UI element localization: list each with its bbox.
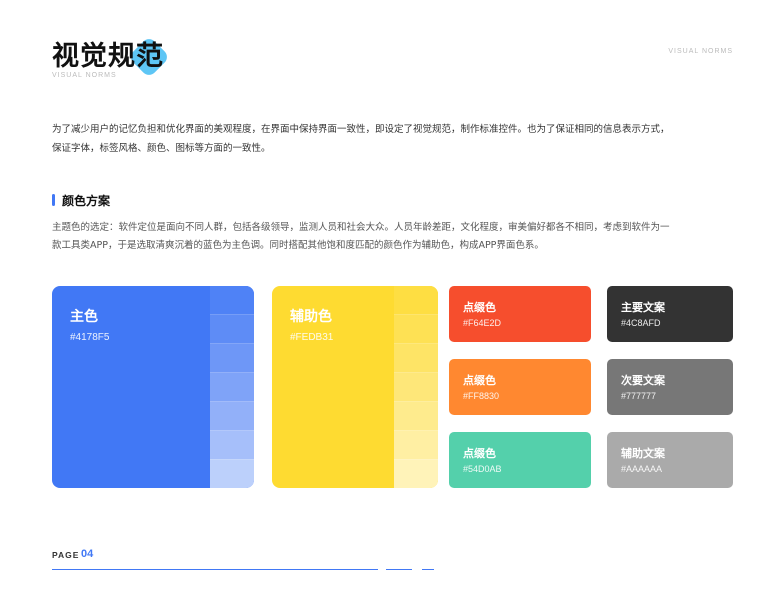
footer-line-main <box>52 569 378 570</box>
footer-line-tiny <box>422 569 434 570</box>
secondary-shade-strip <box>394 286 438 488</box>
footer-line-short <box>386 569 412 570</box>
shade-swatch <box>394 286 438 314</box>
page-label: PAGE <box>52 550 80 560</box>
text-color-hex: #777777 <box>621 391 657 401</box>
accent-color-label: 点缀色 <box>463 374 496 387</box>
shade-swatch <box>394 459 438 488</box>
accent-color-hex: #F64E2D <box>463 318 502 328</box>
shade-swatch <box>210 459 254 488</box>
text-color-label: 次要文案 <box>621 374 665 387</box>
accent-color-card-red: 点缀色 #F64E2D <box>449 286 591 342</box>
shade-swatch <box>210 314 254 343</box>
secondary-color-label: 辅助色 <box>290 309 332 325</box>
primary-color-hex: #4178F5 <box>70 332 110 343</box>
primary-color-label: 主色 <box>70 309 98 325</box>
page-title: 视觉规范 <box>52 41 164 72</box>
page-title-group: 视觉规范 <box>52 34 171 79</box>
section-description: 主题色的选定：软件定位是面向不同人群，包括各级领导，监测人员和社会大众。人员年龄… <box>52 222 670 251</box>
text-color-label: 主要文案 <box>621 301 665 314</box>
primary-color-card: 主色 #4178F5 <box>52 286 254 488</box>
shade-swatch <box>394 314 438 343</box>
text-color-card-primary: 主要文案 #4C8AFD <box>607 286 733 342</box>
shade-swatch <box>210 372 254 401</box>
primary-shade-strip <box>210 286 254 488</box>
accent-color-hex: #FF8830 <box>463 391 500 401</box>
text-color-card-auxiliary: 辅助文案 #AAAAAA <box>607 432 733 488</box>
secondary-color-hex: #FEDB31 <box>290 332 334 343</box>
accent-color-label: 点缀色 <box>463 447 496 460</box>
shade-swatch <box>394 372 438 401</box>
intro-paragraph: 为了减少用户的记忆负担和优化界面的美观程度，在界面中保持界面一致性，即设定了视觉… <box>52 124 670 154</box>
shade-swatch <box>210 343 254 372</box>
shade-swatch <box>394 343 438 372</box>
accent-color-card-orange: 点缀色 #FF8830 <box>449 359 591 415</box>
section-title: 颜色方案 <box>62 194 111 208</box>
shade-swatch <box>394 430 438 459</box>
shade-swatch <box>210 430 254 459</box>
secondary-color-card: 辅助色 #FEDB31 <box>272 286 438 488</box>
accent-color-card-green: 点缀色 #54D0AB <box>449 432 591 488</box>
text-color-hex: #4C8AFD <box>621 318 661 328</box>
shade-swatch <box>210 401 254 430</box>
text-color-hex: #AAAAAA <box>621 464 663 474</box>
text-color-label: 辅助文案 <box>621 447 665 460</box>
shade-swatch <box>210 286 254 314</box>
accent-color-label: 点缀色 <box>463 301 496 314</box>
page-subtitle: VISUAL NORMS <box>52 72 117 79</box>
section-marker <box>52 194 55 206</box>
shade-swatch <box>394 401 438 430</box>
text-color-card-secondary: 次要文案 #777777 <box>607 359 733 415</box>
accent-color-hex: #54D0AB <box>463 464 502 474</box>
page-number: 04 <box>81 548 94 560</box>
corner-label: VISUAL NORMS <box>668 48 733 55</box>
